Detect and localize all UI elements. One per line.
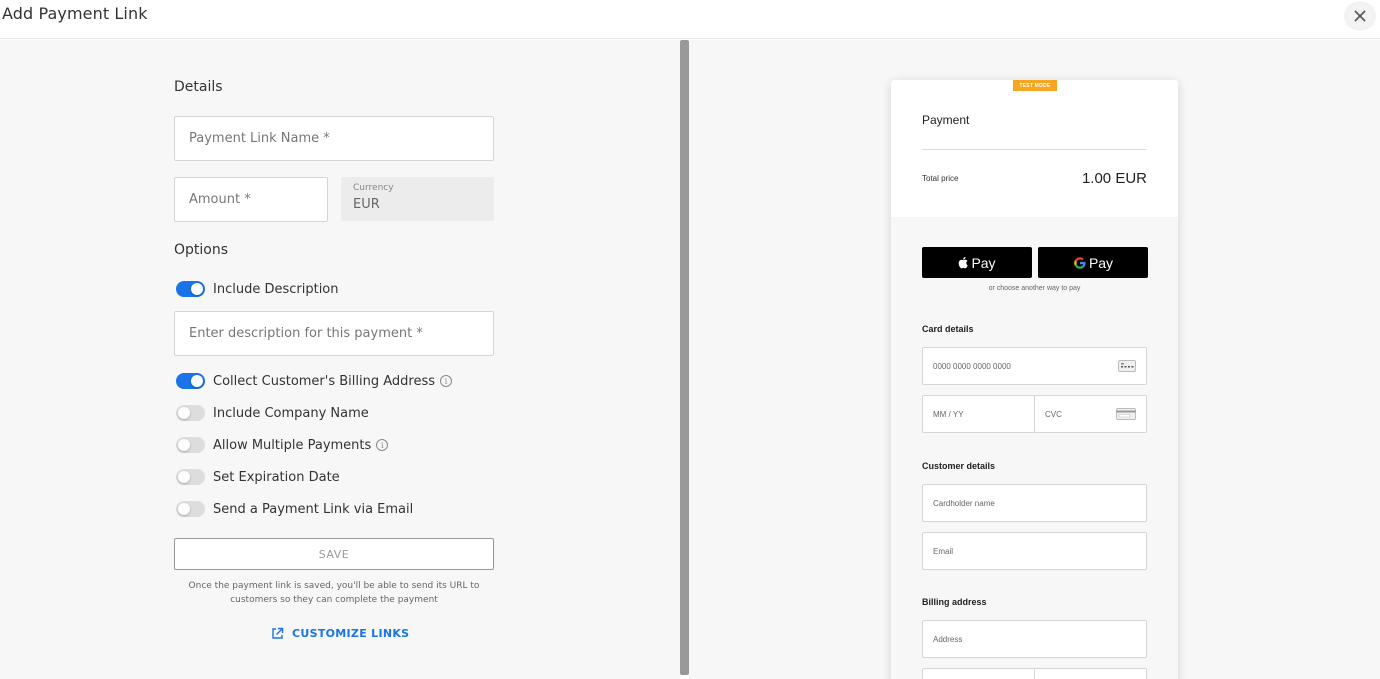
divider (922, 149, 1147, 150)
apple-pay-label: Pay (971, 254, 996, 271)
address-placeholder: Address (933, 634, 963, 644)
send-email-label: Send a Payment Link via Email (213, 501, 414, 517)
payment-link-name-placeholder: Payment Link Name * (189, 131, 330, 146)
save-note: Once the payment link is saved, you'll b… (188, 581, 480, 605)
billing-address-label: Collect Customer's Billing Address (213, 373, 436, 389)
total-price-label: Total price (922, 174, 959, 183)
company-name-row: Include Company Name (176, 404, 369, 422)
payment-link-name-field[interactable]: Payment Link Name * (174, 116, 494, 161)
apple-icon (959, 256, 969, 269)
send-email-row: Send a Payment Link via Email (176, 500, 413, 518)
company-name-label: Include Company Name (213, 405, 369, 421)
total-price-value: 1.00 EUR (1081, 170, 1147, 187)
card-details-label: Card details (922, 324, 974, 334)
email-placeholder: Email (933, 546, 954, 556)
include-description-label: Include Description (213, 281, 339, 297)
amount-placeholder: Amount * (189, 192, 251, 207)
multiple-payments-label: Allow Multiple Payments (213, 437, 372, 453)
options-heading: Options (174, 242, 229, 258)
city-field[interactable] (922, 668, 1035, 679)
company-name-toggle[interactable] (176, 405, 205, 421)
dialog-title: Add Payment Link (2, 4, 148, 23)
customer-details-label: Customer details (922, 461, 996, 471)
multiple-payments-row: Allow Multiple Payments i (176, 436, 389, 454)
info-icon[interactable]: i (440, 375, 453, 387)
cvc-placeholder: CVC (1045, 409, 1062, 419)
google-icon (1074, 256, 1086, 269)
postal-code-field[interactable] (1034, 668, 1147, 679)
cardholder-name-field[interactable]: Cardholder name (922, 484, 1147, 522)
customize-links-link[interactable]: CUSTOMIZE LINKS (271, 627, 409, 640)
expiration-date-label: Set Expiration Date (213, 469, 340, 485)
currency-value: EUR (353, 197, 380, 212)
close-button[interactable] (1344, 1, 1376, 31)
cvc-field[interactable]: CVC (1034, 395, 1147, 433)
close-icon (1354, 10, 1366, 22)
expiry-placeholder: MM / YY (933, 409, 964, 419)
expiry-field[interactable]: MM / YY (922, 395, 1035, 433)
cvc-card-icon (1116, 408, 1136, 420)
expiration-date-toggle[interactable] (176, 469, 205, 485)
customize-links-label: CUSTOMIZE LINKS (292, 627, 410, 640)
description-placeholder: Enter description for this payment * (189, 326, 423, 341)
details-heading: Details (174, 79, 223, 95)
save-button[interactable]: SAVE (174, 538, 494, 570)
include-description-toggle[interactable] (176, 281, 205, 297)
description-field[interactable]: Enter description for this payment * (174, 311, 494, 356)
or-choose-text: or choose another way to pay (988, 285, 1081, 292)
email-field[interactable]: Email (922, 532, 1147, 570)
credit-card-icon (1118, 360, 1136, 372)
address-field[interactable]: Address (922, 620, 1147, 658)
cardholder-name-placeholder: Cardholder name (933, 498, 995, 508)
external-link-icon (272, 627, 284, 639)
apple-pay-button[interactable]: Pay (922, 247, 1032, 278)
google-pay-button[interactable]: Pay (1038, 247, 1148, 278)
card-number-placeholder: 0000 0000 0000 0000 (933, 361, 1011, 371)
include-description-row: Include Description (176, 280, 339, 298)
google-pay-label: Pay (1088, 254, 1114, 271)
info-icon[interactable]: i (376, 439, 389, 451)
send-email-toggle[interactable] (176, 501, 205, 517)
amount-field[interactable]: Amount * (174, 177, 328, 222)
card-number-field[interactable]: 0000 0000 0000 0000 (922, 347, 1147, 385)
panel-scrollbar[interactable] (680, 40, 689, 675)
multiple-payments-toggle[interactable] (176, 437, 205, 453)
expiration-date-row: Set Expiration Date (176, 468, 340, 486)
billing-address-toggle[interactable] (176, 373, 205, 389)
payment-preview-card: TEST MODE Payment Total price 1.00 EUR P… (891, 80, 1178, 679)
billing-address-row: Collect Customer's Billing Address i (176, 372, 453, 390)
test-mode-badge: TEST MODE (1013, 80, 1057, 91)
currency-label: Currency (353, 183, 394, 193)
billing-address-heading: Billing address (922, 597, 987, 607)
currency-field: Currency EUR (341, 177, 494, 221)
dialog-header: Add Payment Link (0, 0, 1380, 39)
payment-title: Payment (922, 113, 970, 127)
